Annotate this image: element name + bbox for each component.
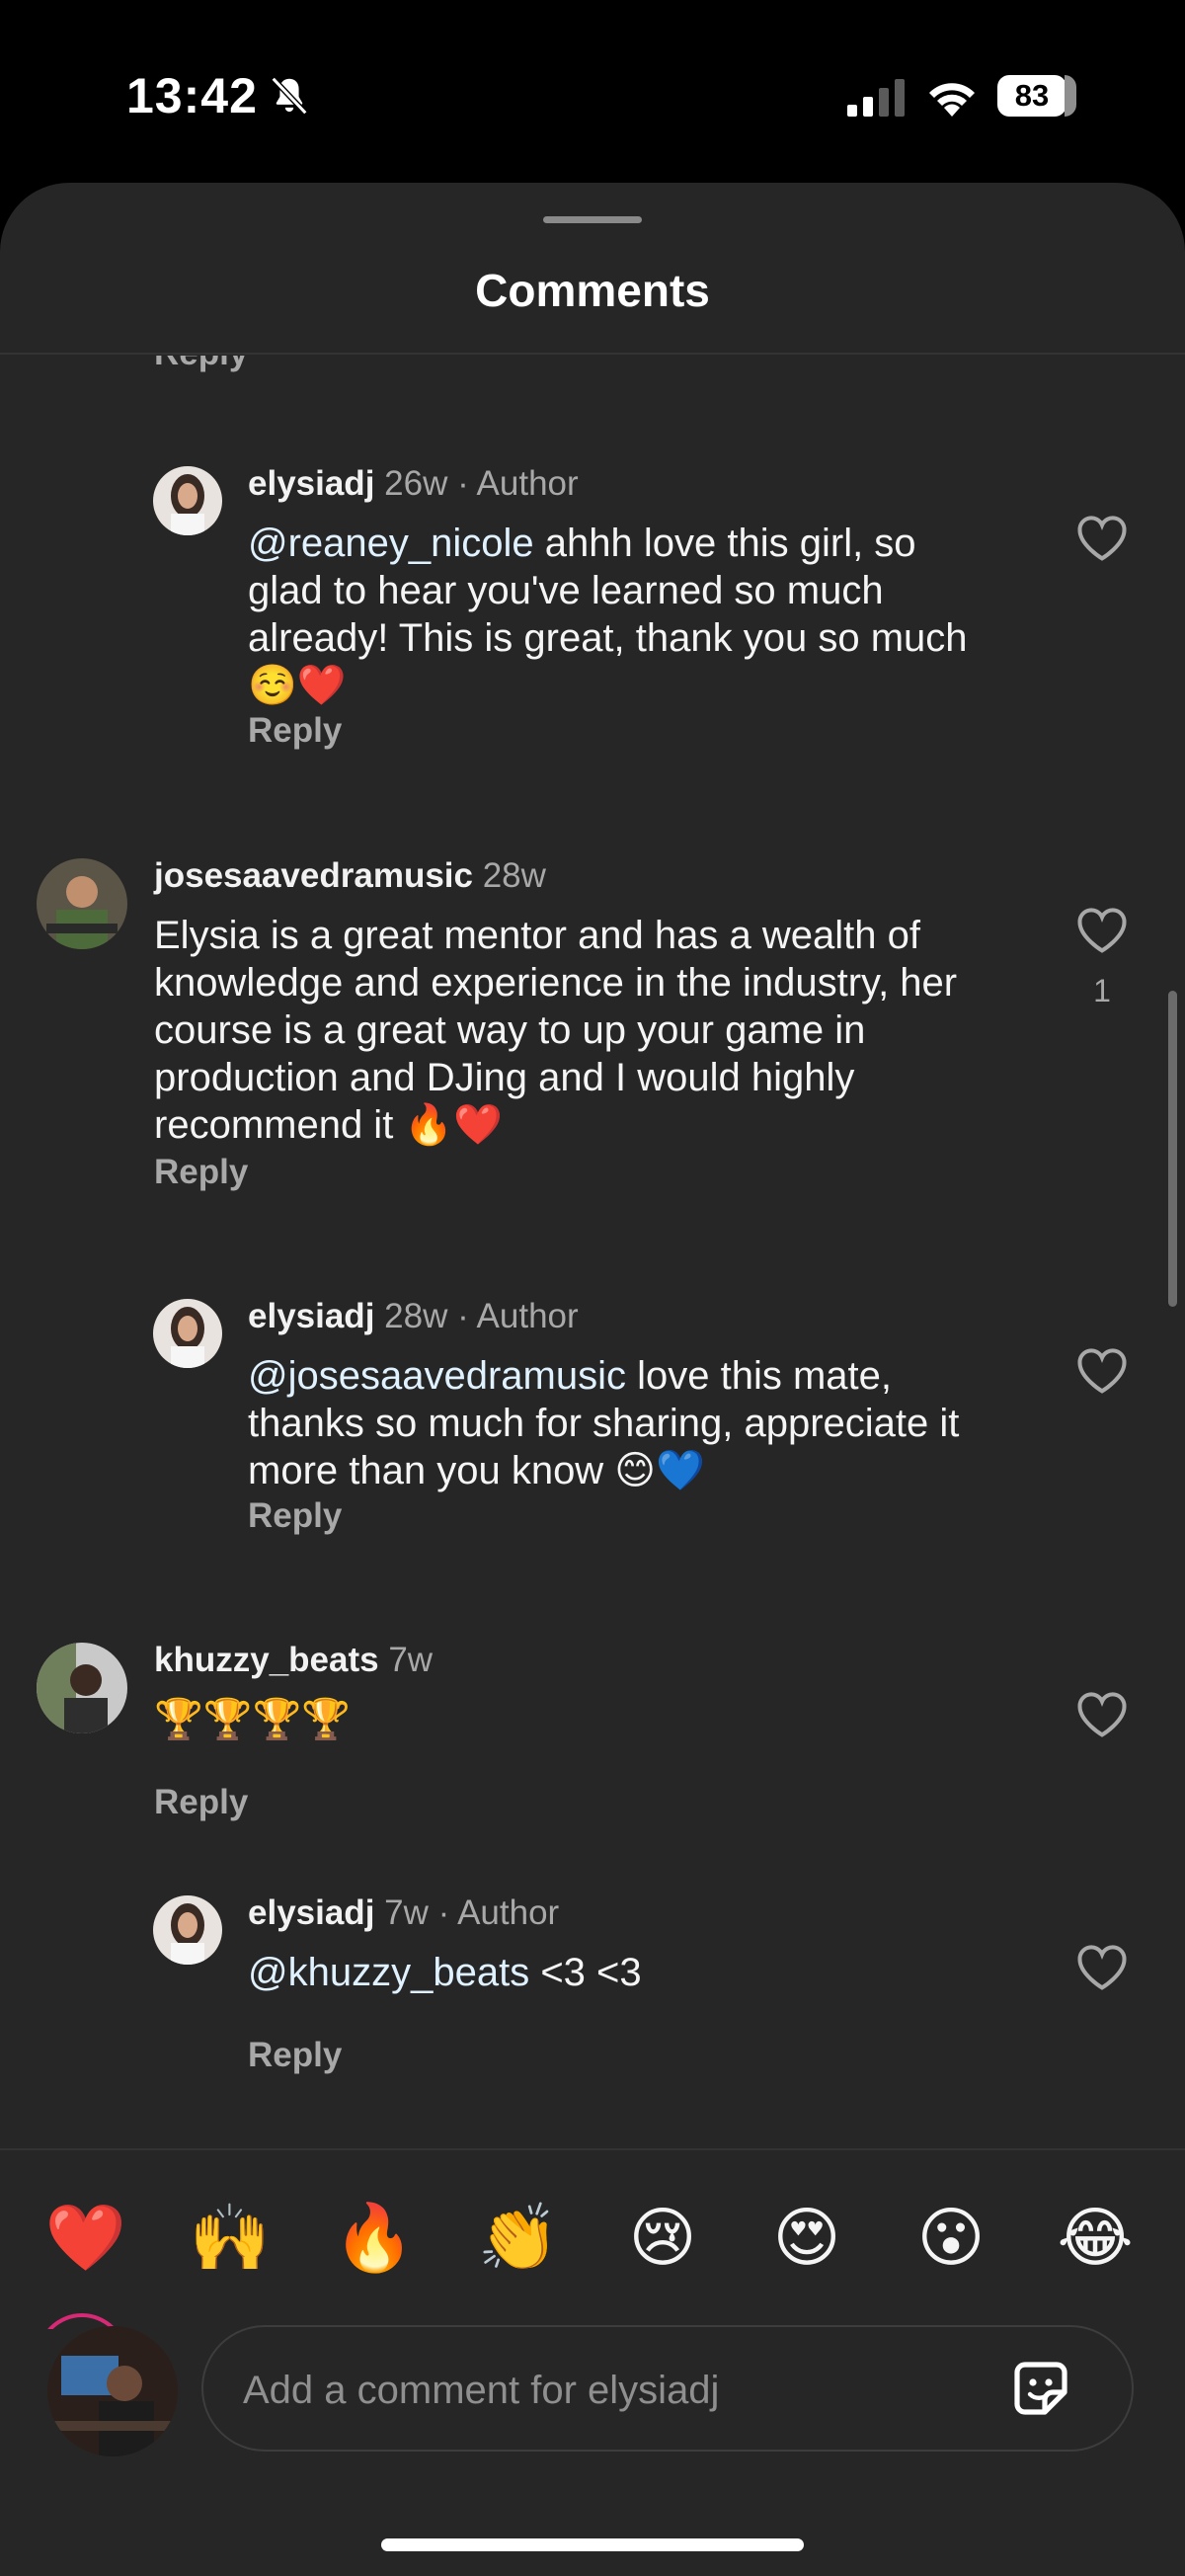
comment-meta: 7w <box>388 1641 434 1679</box>
reply-button[interactable]: Reply <box>248 711 342 751</box>
reaction-surprised[interactable]: 😮 <box>907 2193 995 2282</box>
heart-icon[interactable] <box>1075 1689 1129 1738</box>
comment-username[interactable]: josesaavedramusic <box>154 856 473 895</box>
avatar[interactable] <box>153 1895 222 1965</box>
status-time: 13:42 <box>126 68 258 123</box>
comment-text: @josesaavedramusic love this mate, thank… <box>248 1354 960 1492</box>
home-indicator[interactable] <box>381 2538 804 2551</box>
reaction-heart-eyes[interactable]: 😍 <box>762 2193 851 2282</box>
reaction-clap[interactable]: 👏 <box>474 2193 563 2282</box>
comment-username[interactable]: elysiadj <box>248 1893 374 1932</box>
mention-link[interactable]: @reaney_nicole <box>248 522 534 565</box>
sticker-icon[interactable] <box>1005 2353 1076 2424</box>
comment-meta: 7w · Author <box>384 1893 560 1932</box>
header-divider <box>0 353 1185 355</box>
bell-slash-icon <box>271 76 308 116</box>
comment-input[interactable] <box>241 2355 995 2426</box>
mention-link[interactable]: @josesaavedramusic <box>248 1354 626 1398</box>
comment-text: @reaney_nicole ahhh love this girl, so g… <box>248 522 968 707</box>
comment-meta: 28w <box>482 856 546 895</box>
reply-button[interactable]: Reply <box>154 1153 248 1192</box>
comment-username[interactable]: elysiadj <box>248 464 374 503</box>
comment-text: Elysia is a great mentor and has a wealt… <box>154 914 958 1147</box>
heart-icon[interactable] <box>1075 1942 1129 1991</box>
sheet-drag-handle[interactable] <box>543 216 642 223</box>
sheet-title: Comments <box>475 265 710 316</box>
comment-composer[interactable] <box>201 2325 1134 2452</box>
reaction-crying[interactable]: 😢 <box>618 2193 707 2282</box>
reaction-fire[interactable]: 🔥 <box>330 2193 419 2282</box>
reaction-laughing[interactable]: 😂 <box>1051 2193 1140 2282</box>
avatar[interactable] <box>153 466 222 535</box>
battery-icon: 83 <box>997 75 1076 117</box>
heart-icon[interactable] <box>1075 905 1129 954</box>
current-user-avatar <box>47 2326 178 2456</box>
battery-level: 83 <box>1014 78 1050 113</box>
like-count: 1 <box>1093 973 1111 1008</box>
comment-meta: 28w · Author <box>384 1297 579 1335</box>
comment-list[interactable]: Reply elysiadj 26w · Author @reaney_nico… <box>0 356 1185 2329</box>
comment-username[interactable]: elysiadj <box>248 1297 374 1335</box>
avatar[interactable] <box>153 1299 222 1368</box>
reply-button[interactable]: Reply <box>154 1783 248 1822</box>
cellular-signal-icon <box>847 79 905 117</box>
avatar[interactable] <box>37 1643 127 1733</box>
comment-text: 🏆🏆🏆🏆 <box>154 1698 352 1741</box>
reply-button[interactable]: Reply <box>154 356 248 373</box>
reply-button[interactable]: Reply <box>248 2036 342 2075</box>
heart-icon[interactable] <box>1075 1345 1129 1395</box>
reply-button[interactable]: Reply <box>248 1496 342 1536</box>
heart-icon[interactable] <box>1075 513 1129 562</box>
quick-reaction-bar: ❤️ 🙌 🔥 👏 😢 😍 😮 😂 <box>0 2193 1185 2292</box>
status-bar: 13:42 83 <box>0 0 1185 183</box>
comment-username[interactable]: khuzzy_beats <box>154 1641 379 1679</box>
reaction-raised-hands[interactable]: 🙌 <box>186 2193 275 2282</box>
reaction-heart[interactable]: ❤️ <box>41 2193 130 2282</box>
scrollbar[interactable] <box>1168 991 1177 1307</box>
comment-text: @khuzzy_beats <3 <3 <box>248 1951 642 1994</box>
avatar[interactable] <box>37 858 127 949</box>
mention-link[interactable]: @khuzzy_beats <box>248 1951 529 1994</box>
comment-meta: 26w · Author <box>384 464 579 503</box>
wifi-icon <box>929 83 975 117</box>
composer-divider <box>0 2148 1185 2150</box>
